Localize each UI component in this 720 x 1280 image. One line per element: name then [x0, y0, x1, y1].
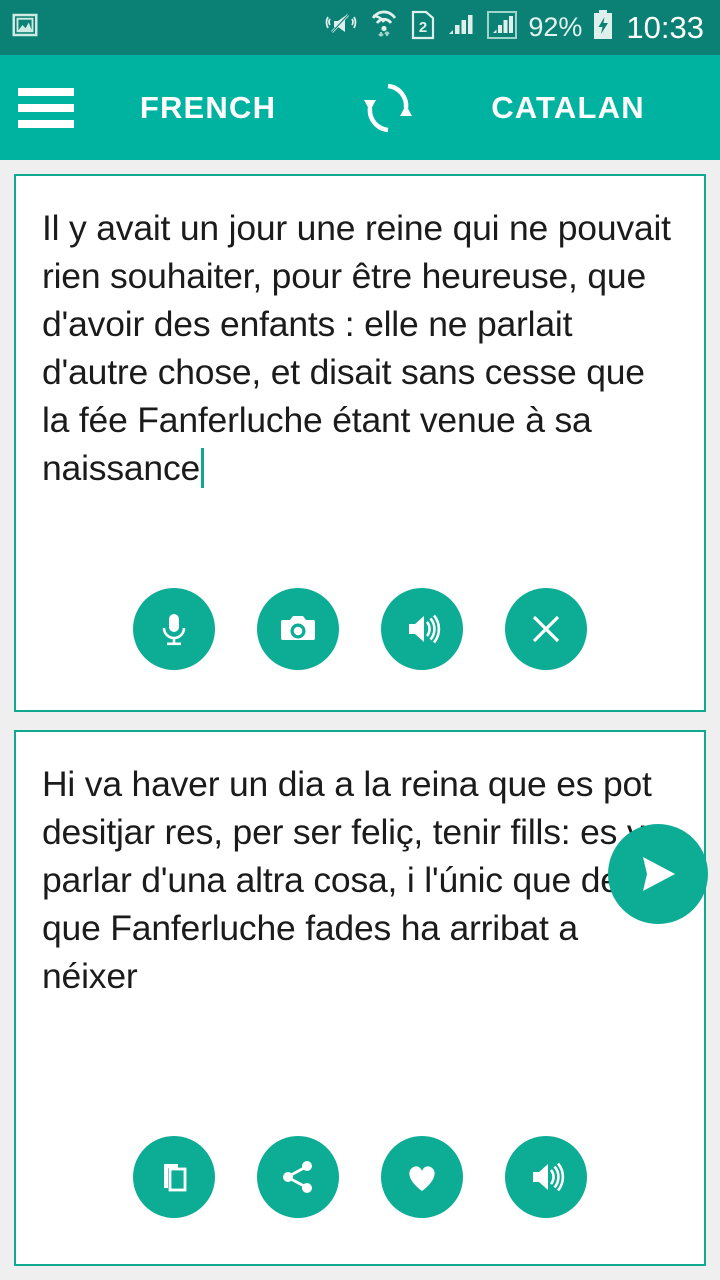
camera-icon: [281, 616, 315, 640]
send-button[interactable]: [608, 824, 708, 924]
copy-button[interactable]: [133, 1136, 215, 1218]
source-text-value: Il y avait un jour une reine qui ne pouv…: [42, 208, 671, 488]
source-text-card: Il y avait un jour une reine qui ne pouv…: [14, 174, 706, 712]
hamburger-bar: [18, 87, 74, 96]
target-text-card: Hi va haver un dia a la reina que es pot…: [14, 730, 706, 1266]
target-action-row: [16, 1130, 704, 1264]
target-language-selector[interactable]: CATALAN: [434, 90, 702, 126]
signal-2-icon: [486, 9, 518, 46]
battery-charging-icon: [592, 9, 614, 46]
speak-target-button[interactable]: [505, 1136, 587, 1218]
speak-source-button[interactable]: [381, 588, 463, 670]
wifi-icon: [368, 10, 400, 45]
status-bar-notifications: [10, 10, 40, 45]
microphone-icon: [162, 614, 186, 646]
source-action-row: [16, 582, 704, 710]
image-icon: [10, 10, 40, 45]
signal-1-icon: [446, 10, 476, 45]
source-text-input[interactable]: Il y avait un jour une reine qui ne pouv…: [16, 176, 704, 582]
speaker-icon: [533, 1162, 565, 1192]
clock: 10:33: [626, 10, 704, 45]
share-button[interactable]: [257, 1136, 339, 1218]
speaker-icon: [409, 614, 441, 644]
source-language-selector[interactable]: FRENCH: [74, 90, 342, 126]
swap-languages-icon[interactable]: [342, 72, 434, 144]
target-text-output[interactable]: Hi va haver un dia a la reina que es pot…: [16, 732, 704, 1130]
hamburger-icon[interactable]: [18, 87, 74, 128]
favorite-button[interactable]: [381, 1136, 463, 1218]
app-bar: FRENCH CATALAN: [0, 55, 720, 160]
status-bar: 2 92% 10:33: [0, 0, 720, 55]
camera-button[interactable]: [257, 588, 339, 670]
text-caret: [201, 448, 205, 488]
share-icon: [283, 1161, 312, 1193]
copy-icon: [164, 1164, 187, 1192]
sim2-icon: 2: [410, 9, 436, 46]
microphone-button[interactable]: [133, 588, 215, 670]
send-icon: [643, 857, 675, 891]
translation-content: Il y avait un jour une reine qui ne pouv…: [0, 160, 720, 1280]
status-bar-system-icons: 2 92% 10:33: [324, 9, 704, 46]
hamburger-bar: [18, 103, 74, 112]
vibrate-off-icon: [324, 10, 358, 45]
app-root: 2 92% 10:33 FRENCH CATALAN Il y avait un…: [0, 0, 720, 1280]
battery-percent: 92%: [528, 12, 583, 42]
heart-icon: [409, 1166, 435, 1191]
svg-text:2: 2: [419, 19, 427, 36]
hamburger-bar: [18, 119, 74, 128]
clear-button[interactable]: [505, 588, 587, 670]
close-icon: [532, 615, 560, 643]
